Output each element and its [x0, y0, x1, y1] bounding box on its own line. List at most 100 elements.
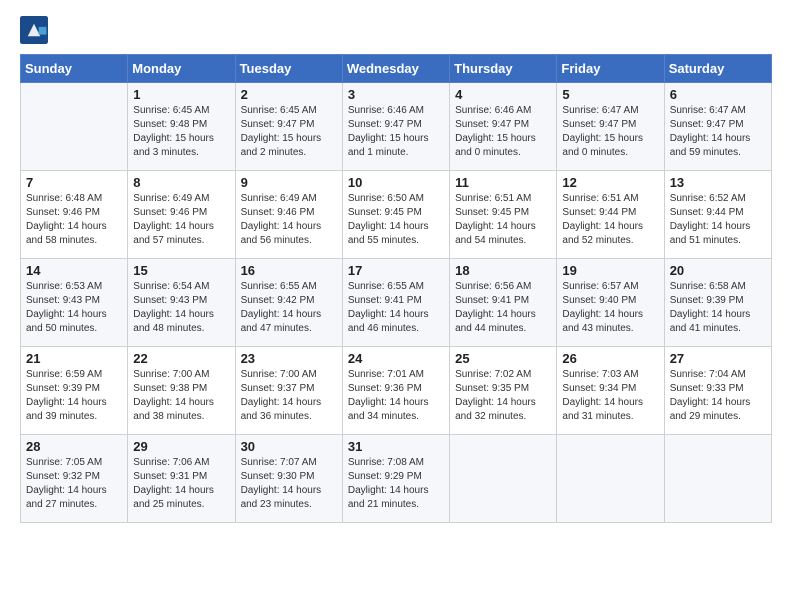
- day-header-sunday: Sunday: [21, 55, 128, 83]
- day-number: 17: [348, 263, 444, 278]
- calendar-cell: 27 Sunrise: 7:04 AMSunset: 9:33 PMDayligh…: [664, 347, 771, 435]
- day-number: 19: [562, 263, 658, 278]
- day-info: Sunrise: 7:06 AMSunset: 9:31 PMDaylight:…: [133, 457, 214, 510]
- day-number: 18: [455, 263, 551, 278]
- page-header: [20, 16, 772, 44]
- day-info: Sunrise: 6:52 AMSunset: 9:44 PMDaylight:…: [670, 193, 751, 246]
- calendar-cell: 20 Sunrise: 6:58 AMSunset: 9:39 PMDayligh…: [664, 259, 771, 347]
- day-info: Sunrise: 6:54 AMSunset: 9:43 PMDaylight:…: [133, 281, 214, 334]
- day-number: 16: [241, 263, 337, 278]
- day-info: Sunrise: 7:07 AMSunset: 9:30 PMDaylight:…: [241, 457, 322, 510]
- day-number: 11: [455, 175, 551, 190]
- calendar-cell: 4 Sunrise: 6:46 AMSunset: 9:47 PMDaylight…: [450, 83, 557, 171]
- day-info: Sunrise: 6:49 AMSunset: 9:46 PMDaylight:…: [241, 193, 322, 246]
- calendar-cell: 16 Sunrise: 6:55 AMSunset: 9:42 PMDayligh…: [235, 259, 342, 347]
- day-info: Sunrise: 6:56 AMSunset: 9:41 PMDaylight:…: [455, 281, 536, 334]
- day-number: 25: [455, 351, 551, 366]
- day-info: Sunrise: 6:48 AMSunset: 9:46 PMDaylight:…: [26, 193, 107, 246]
- day-info: Sunrise: 6:59 AMSunset: 9:39 PMDaylight:…: [26, 369, 107, 422]
- day-number: 4: [455, 87, 551, 102]
- day-info: Sunrise: 7:05 AMSunset: 9:32 PMDaylight:…: [26, 457, 107, 510]
- calendar-cell: 19 Sunrise: 6:57 AMSunset: 9:40 PMDayligh…: [557, 259, 664, 347]
- week-row-1: 1 Sunrise: 6:45 AMSunset: 9:48 PMDaylight…: [21, 83, 772, 171]
- calendar-cell: 17 Sunrise: 6:55 AMSunset: 9:41 PMDayligh…: [342, 259, 449, 347]
- day-number: 28: [26, 439, 122, 454]
- day-info: Sunrise: 6:55 AMSunset: 9:42 PMDaylight:…: [241, 281, 322, 334]
- day-header-tuesday: Tuesday: [235, 55, 342, 83]
- day-number: 22: [133, 351, 229, 366]
- day-number: 24: [348, 351, 444, 366]
- calendar-cell: 28 Sunrise: 7:05 AMSunset: 9:32 PMDayligh…: [21, 435, 128, 523]
- calendar-cell: 3Sunrise: 6:46 AMSunset: 9:47 PMDaylight…: [342, 83, 449, 171]
- day-number: 9: [241, 175, 337, 190]
- calendar-cell: 5 Sunrise: 6:47 AMSunset: 9:47 PMDaylight…: [557, 83, 664, 171]
- day-info: Sunrise: 7:01 AMSunset: 9:36 PMDaylight:…: [348, 369, 429, 422]
- week-row-5: 28 Sunrise: 7:05 AMSunset: 9:32 PMDayligh…: [21, 435, 772, 523]
- calendar-cell: [21, 83, 128, 171]
- day-number: 5: [562, 87, 658, 102]
- calendar-cell: 6 Sunrise: 6:47 AMSunset: 9:47 PMDaylight…: [664, 83, 771, 171]
- calendar-cell: 15Sunrise: 6:54 AMSunset: 9:43 PMDayligh…: [128, 259, 235, 347]
- day-info: Sunrise: 7:04 AMSunset: 9:33 PMDaylight:…: [670, 369, 751, 422]
- day-info: Sunrise: 6:49 AMSunset: 9:46 PMDaylight:…: [133, 193, 214, 246]
- calendar-cell: 23Sunrise: 7:00 AMSunset: 9:37 PMDayligh…: [235, 347, 342, 435]
- day-number: 20: [670, 263, 766, 278]
- calendar-table: SundayMondayTuesdayWednesdayThursdayFrid…: [20, 54, 772, 523]
- day-info: Sunrise: 6:53 AMSunset: 9:43 PMDaylight:…: [26, 281, 107, 334]
- day-info: Sunrise: 7:08 AMSunset: 9:29 PMDaylight:…: [348, 457, 429, 510]
- day-info: Sunrise: 6:51 AMSunset: 9:44 PMDaylight:…: [562, 193, 643, 246]
- day-info: Sunrise: 6:45 AMSunset: 9:47 PMDaylight:…: [241, 105, 322, 158]
- calendar-cell: 30 Sunrise: 7:07 AMSunset: 9:30 PMDayligh…: [235, 435, 342, 523]
- day-number: 12: [562, 175, 658, 190]
- day-info: Sunrise: 6:45 AMSunset: 9:48 PMDaylight:…: [133, 105, 214, 158]
- day-info: Sunrise: 6:51 AMSunset: 9:45 PMDaylight:…: [455, 193, 536, 246]
- day-header-monday: Monday: [128, 55, 235, 83]
- calendar-cell: 26 Sunrise: 7:03 AMSunset: 9:34 PMDayligh…: [557, 347, 664, 435]
- day-header-friday: Friday: [557, 55, 664, 83]
- calendar-cell: 11 Sunrise: 6:51 AMSunset: 9:45 PMDayligh…: [450, 171, 557, 259]
- day-info: Sunrise: 7:03 AMSunset: 9:34 PMDaylight:…: [562, 369, 643, 422]
- day-info: Sunrise: 7:02 AMSunset: 9:35 PMDaylight:…: [455, 369, 536, 422]
- day-info: Sunrise: 6:46 AMSunset: 9:47 PMDaylight:…: [348, 105, 429, 158]
- day-number: 2: [241, 87, 337, 102]
- day-number: 8: [133, 175, 229, 190]
- week-row-4: 21 Sunrise: 6:59 AMSunset: 9:39 PMDayligh…: [21, 347, 772, 435]
- calendar-cell: 21 Sunrise: 6:59 AMSunset: 9:39 PMDayligh…: [21, 347, 128, 435]
- calendar-cell: [664, 435, 771, 523]
- calendar-cell: 14 Sunrise: 6:53 AMSunset: 9:43 PMDayligh…: [21, 259, 128, 347]
- calendar-cell: 7Sunrise: 6:48 AMSunset: 9:46 PMDaylight…: [21, 171, 128, 259]
- day-number: 6: [670, 87, 766, 102]
- calendar-cell: [557, 435, 664, 523]
- day-info: Sunrise: 6:57 AMSunset: 9:40 PMDaylight:…: [562, 281, 643, 334]
- day-info: Sunrise: 6:47 AMSunset: 9:47 PMDaylight:…: [670, 105, 751, 158]
- calendar-cell: 22Sunrise: 7:00 AMSunset: 9:38 PMDayligh…: [128, 347, 235, 435]
- day-number: 1: [133, 87, 229, 102]
- day-number: 10: [348, 175, 444, 190]
- day-info: Sunrise: 7:00 AMSunset: 9:37 PMDaylight:…: [241, 369, 322, 422]
- day-header-wednesday: Wednesday: [342, 55, 449, 83]
- day-info: Sunrise: 6:55 AMSunset: 9:41 PMDaylight:…: [348, 281, 429, 334]
- calendar-cell: 1 Sunrise: 6:45 AMSunset: 9:48 PMDaylight…: [128, 83, 235, 171]
- calendar-cell: 31 Sunrise: 7:08 AMSunset: 9:29 PMDayligh…: [342, 435, 449, 523]
- day-info: Sunrise: 6:58 AMSunset: 9:39 PMDaylight:…: [670, 281, 751, 334]
- day-number: 27: [670, 351, 766, 366]
- day-number: 14: [26, 263, 122, 278]
- day-number: 30: [241, 439, 337, 454]
- calendar-cell: 2 Sunrise: 6:45 AMSunset: 9:47 PMDaylight…: [235, 83, 342, 171]
- day-info: Sunrise: 6:47 AMSunset: 9:47 PMDaylight:…: [562, 105, 643, 158]
- day-number: 29: [133, 439, 229, 454]
- calendar-cell: 18 Sunrise: 6:56 AMSunset: 9:41 PMDayligh…: [450, 259, 557, 347]
- week-row-2: 7Sunrise: 6:48 AMSunset: 9:46 PMDaylight…: [21, 171, 772, 259]
- day-info: Sunrise: 6:46 AMSunset: 9:47 PMDaylight:…: [455, 105, 536, 158]
- header-row: SundayMondayTuesdayWednesdayThursdayFrid…: [21, 55, 772, 83]
- calendar-cell: 8 Sunrise: 6:49 AMSunset: 9:46 PMDaylight…: [128, 171, 235, 259]
- calendar-cell: 10Sunrise: 6:50 AMSunset: 9:45 PMDayligh…: [342, 171, 449, 259]
- day-number: 26: [562, 351, 658, 366]
- day-number: 21: [26, 351, 122, 366]
- logo: [20, 16, 52, 44]
- week-row-3: 14 Sunrise: 6:53 AMSunset: 9:43 PMDayligh…: [21, 259, 772, 347]
- calendar-cell: 12 Sunrise: 6:51 AMSunset: 9:44 PMDayligh…: [557, 171, 664, 259]
- day-number: 13: [670, 175, 766, 190]
- calendar-cell: 24 Sunrise: 7:01 AMSunset: 9:36 PMDayligh…: [342, 347, 449, 435]
- day-number: 31: [348, 439, 444, 454]
